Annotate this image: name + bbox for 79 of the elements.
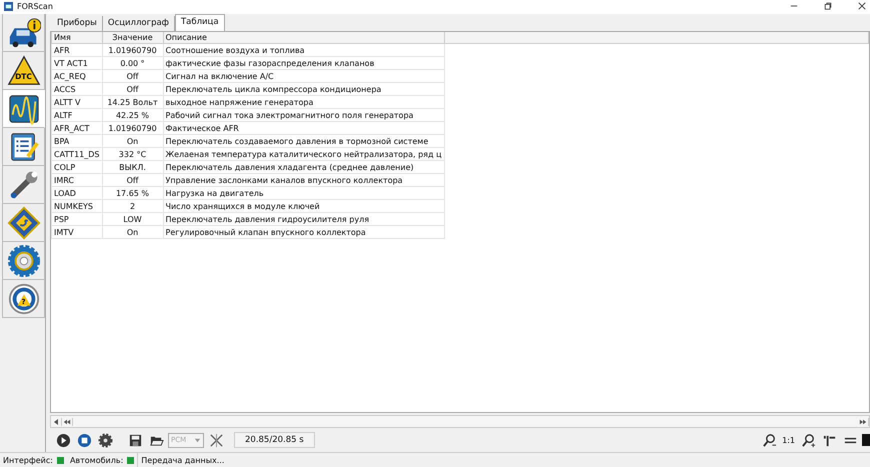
restore-icon[interactable]	[824, 2, 832, 10]
table-cell: AC_REQ	[52, 70, 102, 82]
table-cell: VT ACT1	[52, 56, 102, 70]
close-icon[interactable]	[858, 2, 866, 10]
chip-icon	[6, 206, 40, 240]
zoom-out-icon	[762, 432, 777, 448]
gear-icon	[98, 432, 112, 448]
table-cell: COLP	[52, 160, 102, 174]
tab[interactable]: Таблица	[174, 14, 225, 31]
table-cell: LOAD	[52, 186, 102, 200]
table-cell: AFR_ACT	[52, 122, 102, 134]
play-button[interactable]	[54, 431, 72, 449]
warning-icon	[6, 54, 40, 88]
table-cell: 332 °C	[102, 148, 163, 160]
table-cell: Переключатель создаваемого давления в тормозной системе	[163, 134, 444, 148]
window-title: FORScan	[17, 2, 53, 10]
status-label: Передача данных...	[141, 456, 224, 464]
table-cell: Управление заслонками каналов впускного коллектора	[163, 174, 444, 186]
table-cell: Соотношение воздуха и топлива	[163, 44, 444, 56]
table-cell: 1.01960790	[102, 44, 163, 56]
table-cell: 2	[102, 200, 163, 212]
app-icon	[4, 2, 13, 10]
save-icon	[128, 432, 142, 448]
table-cell: BPA	[52, 134, 102, 148]
stop-button[interactable]	[75, 431, 93, 449]
table-cell: Число хранящихся в модуле ключей	[163, 200, 444, 212]
zoom-in-icon	[800, 432, 816, 448]
table-cell: LOW	[102, 212, 163, 226]
table-cell: Регулировочный клапан впускного коллектора	[163, 226, 444, 238]
column-header[interactable]: Описание	[163, 32, 444, 44]
fast-forward-icon[interactable]	[858, 418, 869, 426]
horizontal-scrollbar[interactable]	[50, 415, 870, 428]
table-cell: Переключатель цикла компрессора кондиционера	[163, 82, 444, 96]
table-cell: 14.25 Вольт	[102, 96, 163, 108]
table-cell: Off	[102, 70, 163, 82]
column-header[interactable]: Имя	[52, 32, 102, 44]
table-cell: 0.00 °	[102, 56, 163, 70]
table-cell: AFR	[52, 44, 102, 56]
table-cell: On	[102, 134, 163, 148]
table-cell: 42.25 %	[102, 108, 163, 122]
gear-icon	[6, 244, 40, 278]
sidebar-item[interactable]	[2, 166, 45, 204]
play-icon	[56, 432, 70, 448]
table-cell: фактические фазы газораспределения клапанов	[163, 56, 444, 70]
stop-icon	[76, 432, 92, 448]
sidebar-item[interactable]	[2, 128, 45, 166]
table-cell: 1.01960790	[102, 122, 163, 134]
table-cell: On	[102, 226, 163, 238]
table-cell: CATT11_DS	[52, 148, 102, 160]
crossed-marker-icon	[208, 432, 224, 448]
sidebar-item[interactable]	[2, 14, 45, 52]
table-cell: Переключатель давления гидроусилителя руля	[163, 212, 444, 226]
status-label: Интерфейс:	[3, 456, 53, 464]
steering-wheel-icon	[6, 282, 40, 316]
table-cell: выходное напряжение генератора	[163, 96, 444, 108]
column-header[interactable]: Значение	[102, 32, 163, 44]
table-cell: ВЫКЛ.	[102, 160, 163, 174]
table-cell: Сигнал на включение A/C	[163, 70, 444, 82]
table-cell: ALTT V	[52, 96, 102, 108]
table-cell: 17.65 %	[102, 186, 163, 200]
time-display: 20.85/20.85 s	[234, 432, 315, 448]
table-cell: ACCS	[52, 82, 102, 96]
rewind-icon[interactable]	[62, 418, 73, 426]
table-cell: ALTF	[52, 108, 102, 122]
table-cell: Фактическое AFR	[163, 122, 444, 134]
table-cell: Off	[102, 82, 163, 96]
table-cell: IMRC	[52, 174, 102, 186]
table-cell: PSP	[52, 212, 102, 226]
table-cell: Нагрузка на двигатель	[163, 186, 444, 200]
dropdown-arrow-icon	[194, 436, 201, 444]
table-cell: IMTV	[52, 226, 102, 238]
table-cell: Желаеная температура каталитического нейтрализатора, ряд ц	[163, 148, 444, 160]
table-cell: NUMKEYS	[52, 200, 102, 212]
table-cell: Переключатель давления хладагента (среднее давление)	[163, 160, 444, 174]
gear-button[interactable]	[96, 431, 114, 449]
table-cell: Рабочий сигнал тока электромагнитного поля генератора	[163, 108, 444, 122]
status-label: Автомобиль:	[70, 456, 124, 464]
zoom-reset-button[interactable]: 1:1	[781, 431, 796, 449]
table-cell: Off	[102, 174, 163, 186]
